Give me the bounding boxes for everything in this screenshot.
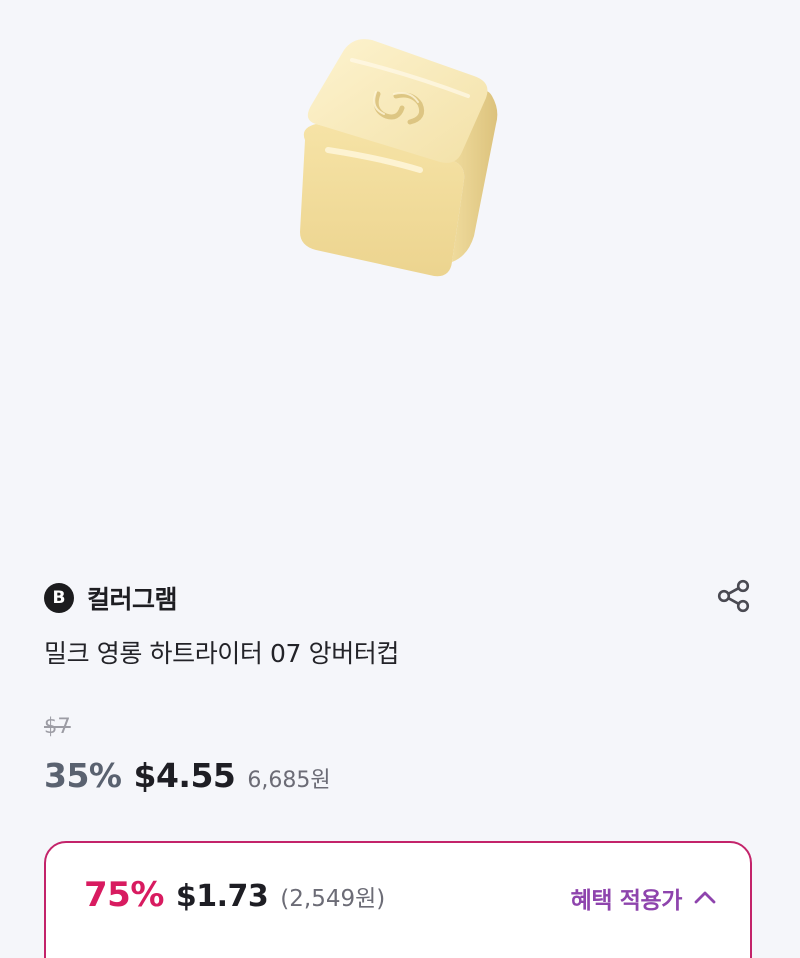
- share-button[interactable]: [712, 574, 756, 618]
- benefit-price-card: 75% $1.73 (2,549원) 혜택 적용가: [44, 841, 752, 958]
- original-price: $7: [44, 714, 71, 738]
- brand-name[interactable]: 컬러그램: [87, 580, 178, 616]
- chevron-up-icon: [694, 891, 716, 904]
- benefit-price: $1.73: [175, 879, 269, 914]
- benefit-price-row: 75% $1.73 (2,549원): [84, 875, 385, 915]
- price-row: 35% $4.55 6,685원: [44, 756, 331, 795]
- product-detail-page: B 컬러그램 밀크 영롱 하트라이터 07 앙버터컵 $7 35% $4.55 …: [0, 0, 800, 958]
- discount-rate: 35%: [44, 756, 122, 795]
- sale-price-won: 6,685원: [247, 768, 331, 793]
- product-photo-icon: [300, 39, 498, 277]
- product-name: 밀크 영롱 하트라이터 07 앙버터컵: [44, 639, 399, 668]
- share-icon: [717, 579, 750, 613]
- brand-badge: B: [44, 583, 74, 613]
- benefit-discount-rate: 75%: [84, 875, 164, 915]
- product-image[interactable]: [0, 0, 800, 540]
- sale-price: $4.55: [133, 756, 236, 795]
- brand-row[interactable]: B 컬러그램: [44, 578, 178, 618]
- benefit-toggle-button[interactable]: 혜택 적용가: [571, 881, 718, 915]
- benefit-price-won: (2,549원): [280, 886, 386, 912]
- benefit-toggle-label: 혜택 적용가: [570, 888, 683, 914]
